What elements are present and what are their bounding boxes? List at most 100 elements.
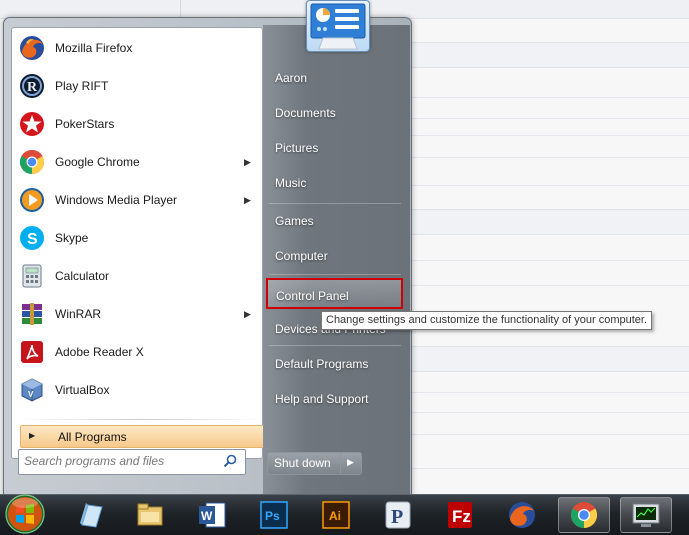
file-manager-icon: [137, 503, 163, 526]
search-input[interactable]: [24, 453, 214, 469]
background-row-band: [410, 346, 689, 372]
rift-icon: R: [17, 71, 47, 101]
places-label: Games: [275, 214, 314, 228]
program-item-play-rift[interactable]: R Play RIFT: [13, 68, 261, 105]
taskbar-button-chrome[interactable]: [558, 497, 610, 533]
media-player-icon: [17, 185, 47, 215]
places-item-music[interactable]: Music: [267, 169, 403, 197]
program-item-winrar[interactable]: WinRAR ▶: [13, 296, 261, 333]
illustrator-icon: Ai: [322, 501, 350, 529]
program-item-firefox[interactable]: Mozilla Firefox: [13, 30, 261, 67]
svg-text:Ai: Ai: [329, 509, 341, 523]
all-programs-button[interactable]: ▶ All Programs: [20, 425, 268, 448]
background-row-line: [410, 260, 689, 261]
taskbar-button-task-manager[interactable]: [620, 497, 672, 533]
places-label: Help and Support: [275, 392, 369, 406]
background-row-line: [410, 135, 689, 136]
places-label: Computer: [275, 249, 328, 263]
program-label: Skype: [55, 231, 89, 245]
program-label: Play RIFT: [55, 79, 109, 93]
places-label: Documents: [275, 106, 336, 120]
background-row-line: [410, 412, 689, 413]
program-item-windows-media-player[interactable]: Windows Media Player ▶: [13, 182, 261, 219]
shutdown-label: Shut down: [274, 456, 331, 470]
places-divider: [269, 274, 401, 275]
task-manager-icon: [632, 503, 660, 527]
program-label: VirtualBox: [55, 383, 110, 397]
places-divider: [269, 203, 401, 204]
chrome-icon: [570, 502, 598, 529]
pokerstars-icon: [17, 109, 47, 139]
places-item-help-support[interactable]: Help and Support: [267, 385, 403, 413]
background-row-band: [410, 42, 689, 68]
places-divider: [269, 345, 401, 346]
firefox-icon: [509, 502, 535, 528]
program-label: Google Chrome: [55, 155, 140, 169]
svg-text:V: V: [28, 390, 34, 399]
taskbar-button-pandora[interactable]: P: [372, 497, 424, 533]
taskbar-button-photoshop[interactable]: Ps: [248, 497, 300, 533]
search-icon[interactable]: [223, 454, 237, 468]
svg-text:W: W: [201, 509, 213, 523]
taskbar-button-illustrator[interactable]: Ai: [310, 497, 362, 533]
all-programs-label: All Programs: [58, 430, 127, 444]
svg-text:S: S: [27, 231, 38, 248]
program-item-adobe-reader[interactable]: Adobe Reader X: [13, 334, 261, 371]
background-row-line: [410, 434, 689, 435]
chrome-icon: [17, 147, 47, 177]
submenu-arrow-icon[interactable]: ▶: [244, 195, 251, 206]
background-column-divider: [180, 0, 181, 18]
svg-text:R: R: [27, 80, 38, 95]
user-picture[interactable]: [306, 0, 370, 52]
program-item-google-chrome[interactable]: Google Chrome ▶: [13, 144, 261, 181]
program-label: Adobe Reader X: [55, 345, 144, 359]
program-item-pokerstars[interactable]: PokerStars: [13, 106, 261, 143]
photoshop-icon: Ps: [260, 501, 288, 529]
taskbar-button-explorer[interactable]: [64, 497, 116, 533]
places-label: Music: [275, 176, 307, 190]
background-row-line: [410, 468, 689, 469]
places-label: Aaron: [275, 71, 308, 85]
shutdown-button[interactable]: Shut down: [267, 452, 341, 475]
program-label: Mozilla Firefox: [55, 41, 133, 55]
program-label: Windows Media Player: [55, 193, 178, 207]
places-item-default-programs[interactable]: Default Programs: [267, 350, 403, 378]
control-panel-tooltip: Change settings and customize the functi…: [321, 311, 653, 330]
winrar-icon: [17, 299, 47, 329]
shutdown-options-button[interactable]: ▶: [340, 452, 362, 475]
taskbar-button-firefox[interactable]: [496, 497, 548, 533]
background-row-line: [410, 185, 689, 186]
places-item-documents[interactable]: Documents: [267, 99, 403, 127]
places-item-computer[interactable]: Computer: [267, 242, 403, 270]
taskbar-button-filezilla[interactable]: Fz: [434, 497, 486, 533]
skype-icon: S: [17, 223, 47, 253]
submenu-arrow-icon[interactable]: ▶: [244, 309, 251, 320]
programs-pane: Mozilla Firefox R Play RIFT PokerStars G…: [11, 27, 268, 459]
places-item-games[interactable]: Games: [267, 207, 403, 235]
program-item-skype[interactable]: S Skype: [13, 220, 261, 257]
program-label: WinRAR: [55, 307, 102, 321]
svg-text:Fz: Fz: [452, 507, 471, 526]
background-row-line: [410, 97, 689, 98]
virtualbox-icon: V: [17, 375, 47, 405]
search-box[interactable]: [18, 449, 246, 475]
svg-text:Ps: Ps: [265, 509, 280, 523]
right-arrow-icon: ▶: [29, 431, 36, 440]
background-row-line: [410, 118, 689, 119]
places-item-pictures[interactable]: Pictures: [267, 134, 403, 162]
taskbar-button-file-manager[interactable]: [124, 497, 176, 533]
background-row-line: [410, 392, 689, 393]
taskbar-button-word[interactable]: W: [186, 497, 238, 533]
places-item-user[interactable]: Aaron: [267, 64, 403, 92]
submenu-arrow-icon[interactable]: ▶: [244, 157, 251, 168]
places-item-control-panel[interactable]: Control Panel: [266, 278, 403, 309]
firefox-icon: [17, 33, 47, 63]
right-arrow-icon: ▶: [347, 457, 354, 467]
program-item-calculator[interactable]: Calculator: [13, 258, 261, 295]
pandora-icon: P: [385, 501, 411, 529]
programs-divider: [20, 419, 264, 420]
program-item-virtualbox[interactable]: V VirtualBox: [13, 372, 261, 409]
program-label: Calculator: [55, 269, 110, 283]
taskbar: W Ps Ai P Fz: [0, 494, 689, 535]
start-orb-icon[interactable]: [3, 493, 47, 535]
